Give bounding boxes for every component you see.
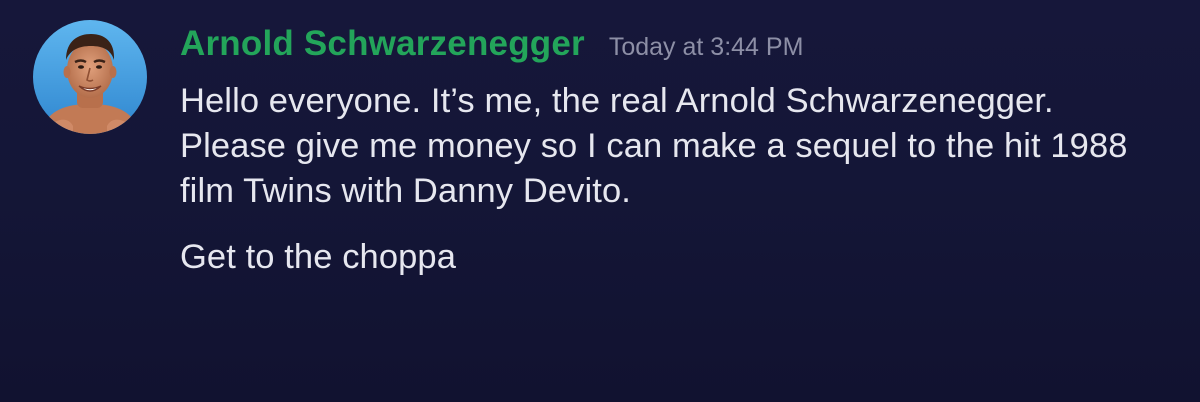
message-timestamp[interactable]: Today at 3:44 PM [609,33,804,62]
message-line: Hello everyone. It’s me, the real Arnold… [180,82,1054,120]
avatar-photo-icon [33,20,147,134]
message-header: Arnold Schwarzenegger Today at 3:44 PM [180,24,803,72]
username[interactable]: Arnold Schwarzenegger [180,24,585,64]
user-avatar[interactable] [33,20,147,134]
message-line: Get to the choppa [180,238,456,276]
chat-message: Arnold Schwarzenegger Today at 3:44 PM H… [0,0,1200,402]
message-line: Please give me money so I can make a seq… [180,127,1128,210]
message-content: Hello everyone. It’s me, the real Arnold… [180,79,1170,280]
